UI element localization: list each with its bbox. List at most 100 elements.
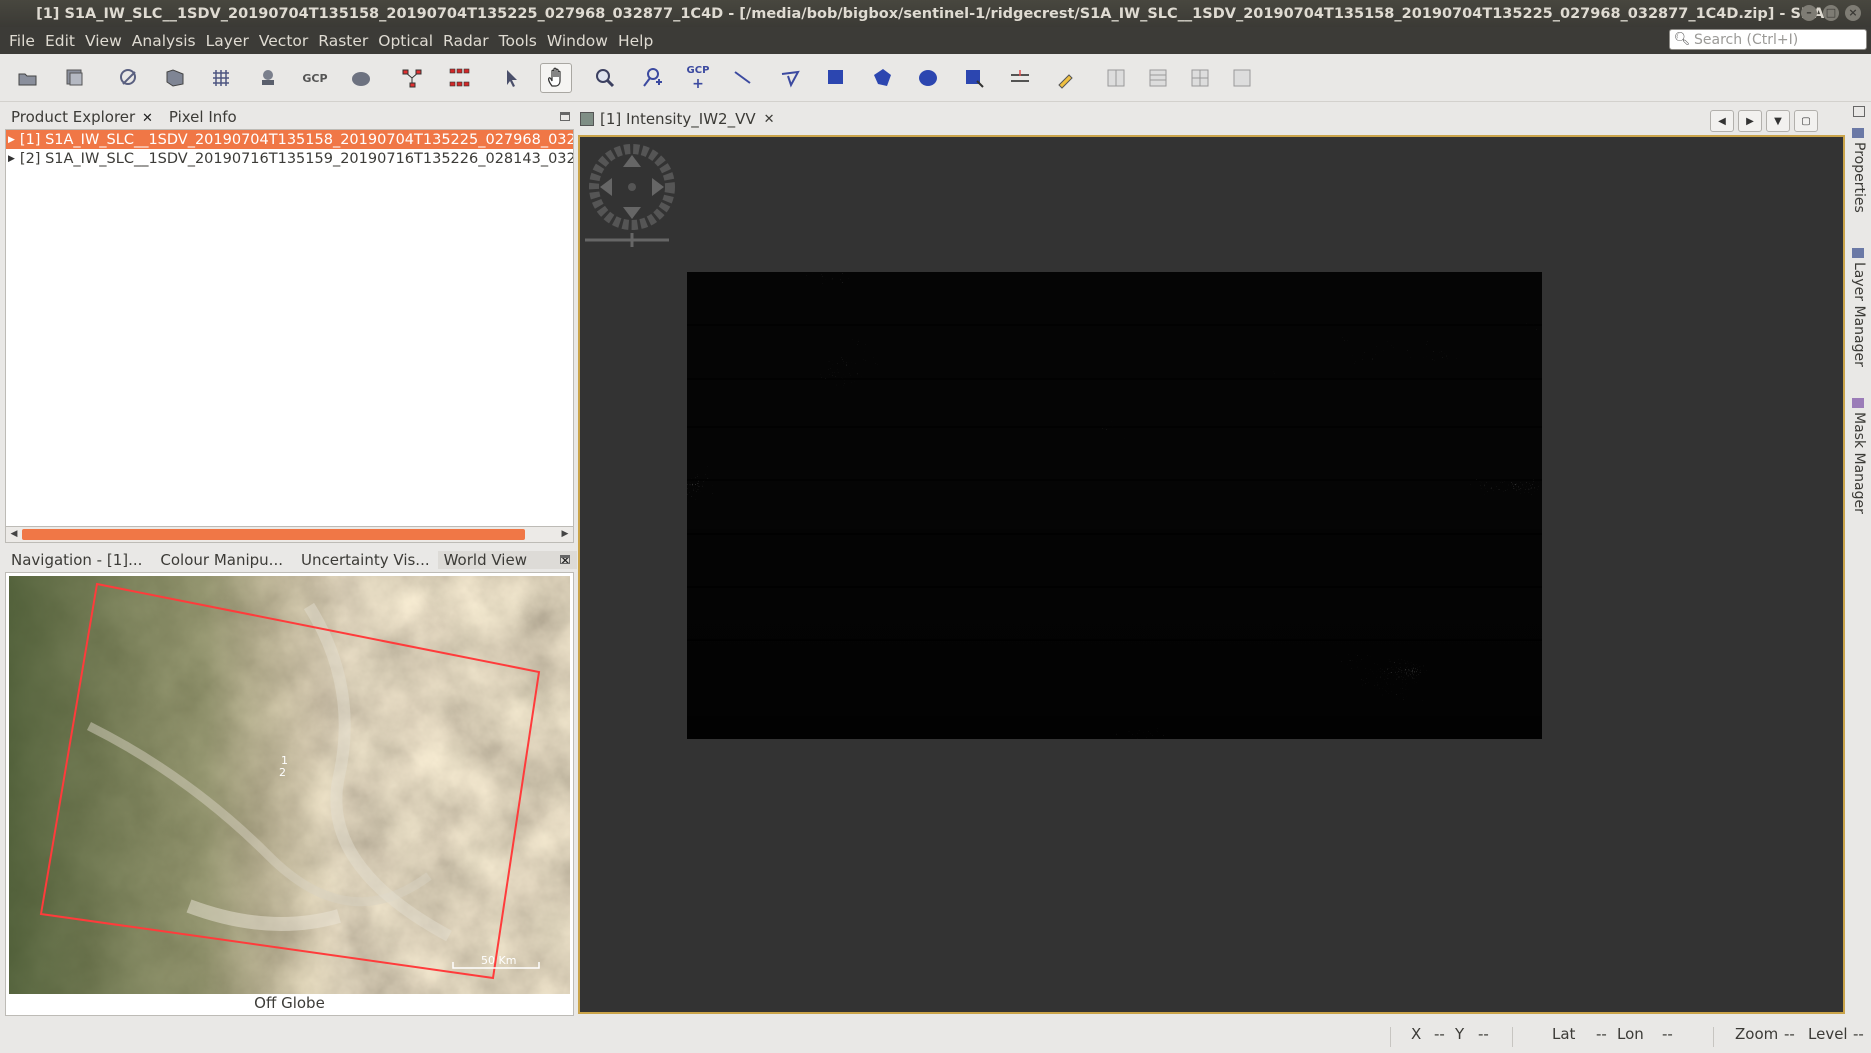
maximize-document-icon[interactable]: ▢ xyxy=(1794,110,1818,132)
range-finder-icon[interactable] xyxy=(958,63,990,93)
product-tree: ▶ [1] S1A_IW_SLC__1SDV_20190704T135158_2… xyxy=(5,129,574,532)
tab-properties[interactable]: Properties xyxy=(1851,142,1867,213)
graph-builder-icon[interactable] xyxy=(396,63,428,93)
close-icon[interactable]: ✕ xyxy=(764,112,775,127)
select-tool-icon[interactable] xyxy=(496,63,528,93)
menu-bar: File Edit View Analysis Layer Vector Ras… xyxy=(0,27,1871,54)
search-input[interactable]: 🔍︎ Search (Ctrl+I) xyxy=(1669,29,1867,50)
image-band-icon xyxy=(580,112,594,126)
tab-navigation[interactable]: Navigation - [1]... xyxy=(5,551,148,569)
gcp-icon[interactable]: GCP xyxy=(299,63,331,93)
tab-uncertainty[interactable]: Uncertainty Vis... xyxy=(295,551,436,569)
status-level-value: -- xyxy=(1853,1025,1864,1043)
tile-evenly-icon[interactable] xyxy=(1100,63,1132,93)
expand-icon[interactable]: ▶ xyxy=(8,135,15,145)
minimize-panel-icon[interactable] xyxy=(560,112,570,121)
menu-analysis[interactable]: Analysis xyxy=(127,32,201,50)
window-controls: – □ × xyxy=(1801,5,1861,21)
satellite-map: 1 2 50 Km xyxy=(9,576,570,994)
polyline-drawing-icon[interactable] xyxy=(774,63,806,93)
world-map-icon[interactable] xyxy=(345,63,377,93)
navigation-control[interactable] xyxy=(585,144,675,247)
status-lon-label: Lon xyxy=(1617,1025,1644,1043)
menu-view[interactable]: View xyxy=(80,32,127,50)
footprint-label-2: 2 xyxy=(279,766,286,779)
tile-horizontal-icon[interactable] xyxy=(1142,63,1174,93)
pan-tool-icon[interactable] xyxy=(540,63,572,93)
pin-placing-icon[interactable] xyxy=(636,63,668,93)
main-toolbar: GCP GCP + xyxy=(0,54,1871,102)
menu-help[interactable]: Help xyxy=(613,32,658,50)
restore-window-icon[interactable] xyxy=(1853,106,1865,117)
pin-icon[interactable] xyxy=(252,63,284,93)
world-view-map[interactable]: 1 2 50 Km xyxy=(9,576,570,994)
tab-pixel-info[interactable]: Pixel Info xyxy=(163,108,243,126)
product-label: [1] S1A_IW_SLC__1SDV_20190704T135158_201… xyxy=(19,131,574,148)
save-product-icon[interactable] xyxy=(59,63,91,93)
pencil-icon[interactable] xyxy=(1050,63,1082,93)
tab-world-view[interactable]: World View ✕ xyxy=(437,551,577,569)
show-open-documents-icon[interactable]: ▼ xyxy=(1766,110,1790,132)
zoom-tool-icon[interactable] xyxy=(589,63,621,93)
sar-image-raster xyxy=(687,272,1542,739)
sar-intensity-image xyxy=(585,144,1542,739)
menu-radar[interactable]: Radar xyxy=(438,32,494,50)
tab-layer-manager[interactable]: Layer Manager xyxy=(1851,262,1867,367)
scroll-tabs-right-icon[interactable]: ▶ xyxy=(1738,110,1762,132)
product-row-2[interactable]: ▶ [2] S1A_IW_SLC__1SDV_20190716T135159_2… xyxy=(6,149,573,168)
graticule-icon[interactable] xyxy=(205,63,237,93)
menu-vector[interactable]: Vector xyxy=(254,32,313,50)
scrollbar-thumb[interactable] xyxy=(22,529,525,540)
tab-intensity-iw2-vv[interactable]: [1] Intensity_IW2_VV xyxy=(600,110,756,128)
tab-label: World View xyxy=(443,551,527,569)
tile-single-icon[interactable] xyxy=(1226,63,1258,93)
layer-manager-icon xyxy=(1852,248,1864,258)
minimize-panel-icon[interactable] xyxy=(560,555,570,564)
polygon-drawing-icon[interactable] xyxy=(866,63,898,93)
scroll-left-icon[interactable]: ◀ xyxy=(7,527,21,542)
menu-window[interactable]: Window xyxy=(542,32,613,50)
gcp-placing-icon[interactable]: GCP + xyxy=(682,63,714,93)
scale-label: 50 Km xyxy=(481,954,516,967)
menu-optical[interactable]: Optical xyxy=(373,32,438,50)
menu-tools[interactable]: Tools xyxy=(494,32,542,50)
horizontal-scrollbar[interactable]: ◀ ▶ xyxy=(5,526,574,543)
close-icon[interactable]: ✕ xyxy=(142,111,153,126)
close-window-button[interactable]: × xyxy=(1845,5,1861,21)
status-lat-label: Lat xyxy=(1552,1025,1576,1043)
tab-mask-manager[interactable]: Mask Manager xyxy=(1851,412,1867,514)
ellipse-drawing-icon[interactable] xyxy=(912,63,944,93)
mask-manager-icon xyxy=(1852,398,1864,408)
status-y-label: Y xyxy=(1455,1025,1465,1043)
tab-colour-manipulation[interactable]: Colour Manipu... xyxy=(154,551,289,569)
sar-image-canvas[interactable] xyxy=(580,137,1843,1012)
status-zoom-value: -- xyxy=(1784,1025,1795,1043)
tile-vertical-icon[interactable] xyxy=(1184,63,1216,93)
menu-layer[interactable]: Layer xyxy=(201,32,254,50)
scroll-tabs-left-icon[interactable]: ◀ xyxy=(1710,110,1734,132)
maximize-window-button[interactable]: □ xyxy=(1823,5,1839,21)
status-lon-value: -- xyxy=(1662,1025,1673,1043)
product-row-1[interactable]: ▶ [1] S1A_IW_SLC__1SDV_20190704T135158_2… xyxy=(6,130,573,149)
line-drawing-icon[interactable] xyxy=(727,63,759,93)
import-icon[interactable] xyxy=(159,63,191,93)
status-level-label: Level xyxy=(1808,1025,1848,1043)
status-bar: X -- Y -- Lat -- Lon -- Zoom -- Level -- xyxy=(0,1019,1871,1053)
product-label: [2] S1A_IW_SLC__1SDV_20190716T135159_201… xyxy=(19,150,574,167)
properties-icon xyxy=(1852,128,1864,138)
session-icon[interactable] xyxy=(113,63,145,93)
minimize-window-button[interactable]: – xyxy=(1801,5,1817,21)
batch-processing-icon[interactable] xyxy=(443,63,475,93)
menu-edit[interactable]: Edit xyxy=(40,32,80,50)
menu-raster[interactable]: Raster xyxy=(313,32,373,50)
world-view-panel: Navigation - [1]... Colour Manipu... Unc… xyxy=(5,548,577,1016)
expand-icon[interactable]: ▶ xyxy=(8,154,15,164)
menu-file[interactable]: File xyxy=(4,32,40,50)
magic-wand-icon[interactable] xyxy=(1004,63,1036,93)
rectangle-drawing-icon[interactable] xyxy=(820,63,852,93)
open-product-icon[interactable] xyxy=(12,63,44,93)
search-icon: 🔍︎ xyxy=(1673,32,1691,47)
product-explorer-panel: Product Explorer ✕ Pixel Info ▶ [1] S1A_… xyxy=(5,105,574,545)
scroll-right-icon[interactable]: ▶ xyxy=(558,527,572,542)
tab-product-explorer[interactable]: Product Explorer ✕ xyxy=(5,108,159,126)
